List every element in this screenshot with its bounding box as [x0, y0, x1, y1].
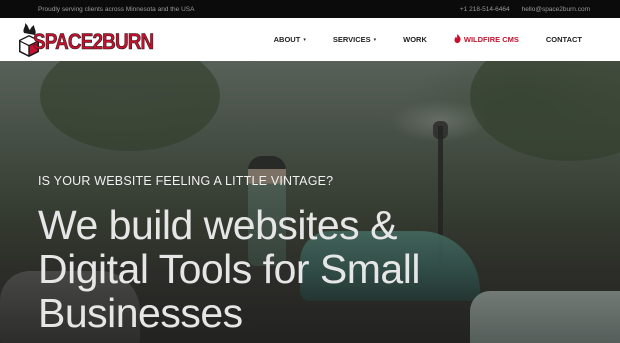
chevron-down-icon: ▾: [373, 36, 377, 43]
site-logo[interactable]: SPACE2BURN: [18, 22, 154, 58]
flame-icon: [454, 34, 461, 45]
hero-headline: We build websites & Digital Tools for Sm…: [38, 203, 598, 335]
nav-item-label: CONTACT: [545, 35, 582, 44]
nav-item-wildfire-cms[interactable]: WILDFIRE CMS: [454, 34, 519, 45]
tagline: Proudly serving clients across Minnesota…: [38, 5, 195, 13]
nav-item-work[interactable]: WORK: [403, 35, 427, 44]
main-navbar: SPACE2BURN ABOUT ▾ SERVICES ▾ WORK WILDF…: [0, 18, 620, 61]
headline-line: Digital Tools for Small: [38, 246, 420, 292]
nav-item-label: ABOUT: [273, 35, 301, 44]
nav-item-about[interactable]: ABOUT ▾: [274, 35, 306, 44]
hero-section: IS YOUR WEBSITE FEELING A LITTLE VINTAGE…: [0, 61, 620, 343]
top-info-bar: Proudly serving clients across Minnesota…: [0, 0, 620, 18]
nav-item-label: WILDFIRE CMS: [463, 35, 519, 44]
primary-nav: ABOUT ▾ SERVICES ▾ WORK WILDFIRE CMS CON…: [247, 18, 582, 61]
chevron-down-icon: ▾: [303, 36, 306, 43]
headline-line: Businesses: [38, 290, 243, 336]
contact-info: +1 218-514-6464 hello@space2burn.com: [460, 6, 590, 13]
logo-wordmark: SPACE2BURN: [33, 29, 155, 55]
phone-link[interactable]: +1 218-514-6464: [460, 6, 510, 13]
hero-eyebrow: IS YOUR WEBSITE FEELING A LITTLE VINTAGE…: [38, 174, 334, 188]
nav-item-label: WORK: [403, 35, 427, 44]
nav-item-label: SERVICES: [332, 35, 371, 44]
email-link[interactable]: hello@space2burn.com: [522, 6, 590, 13]
nav-item-services[interactable]: SERVICES ▾: [333, 35, 376, 44]
headline-line: We build websites &: [38, 202, 397, 248]
nav-item-contact[interactable]: CONTACT: [546, 35, 582, 44]
